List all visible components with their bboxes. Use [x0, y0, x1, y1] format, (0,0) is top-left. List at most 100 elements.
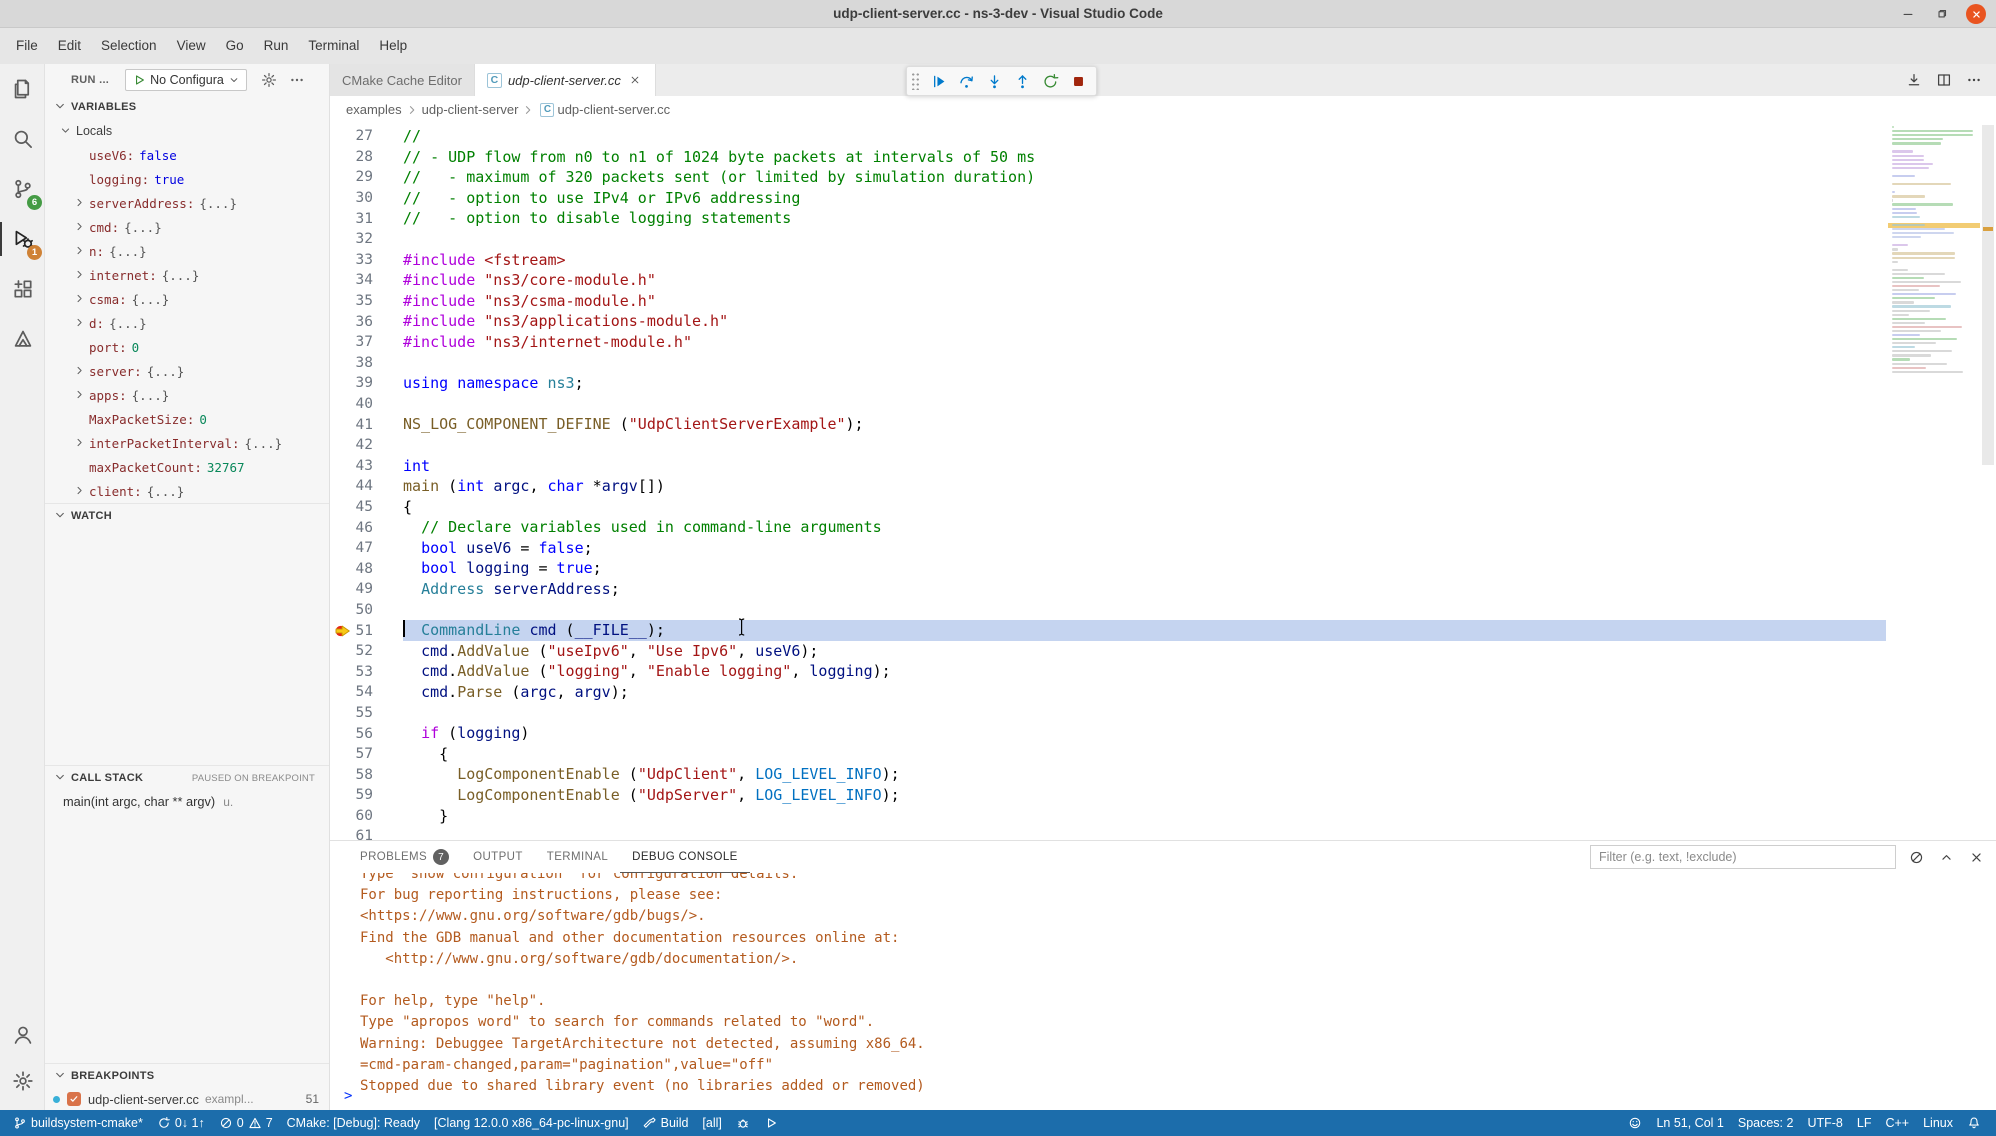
- panel-tab-output[interactable]: OUTPUT: [461, 841, 535, 873]
- status-language[interactable]: C++: [1878, 1110, 1916, 1136]
- panel-tab-terminal[interactable]: TERMINAL: [535, 841, 620, 873]
- code-line[interactable]: 50: [330, 600, 1996, 621]
- tab-cmake-cache-editor[interactable]: CMake Cache Editor: [330, 64, 475, 96]
- code-line[interactable]: 51 CommandLine cmd (__FILE__);: [330, 620, 1996, 641]
- stack-frame[interactable]: main(int argc, char ** argv) u.: [45, 790, 329, 813]
- variable-row[interactable]: serverAddress:{...}: [45, 191, 329, 215]
- maximize-panel-button[interactable]: [1936, 847, 1956, 867]
- gutter[interactable]: 47: [330, 538, 403, 559]
- gutter[interactable]: 48: [330, 558, 403, 579]
- stop-button[interactable]: [1066, 69, 1090, 93]
- gutter[interactable]: 39: [330, 373, 403, 394]
- status-cursor-position[interactable]: Ln 51, Col 1: [1649, 1110, 1730, 1136]
- panel-tab-debug-console[interactable]: DEBUG CONSOLE: [620, 841, 750, 873]
- code-line[interactable]: 47 bool useV6 = false;: [330, 538, 1996, 559]
- activity-search[interactable]: [0, 114, 45, 164]
- step-into-button[interactable]: [982, 69, 1006, 93]
- gutter[interactable]: 33: [330, 250, 403, 271]
- gutter[interactable]: 35: [330, 291, 403, 312]
- code-line[interactable]: 39using namespace ns3;: [330, 373, 1996, 394]
- menu-selection[interactable]: Selection: [91, 33, 167, 59]
- status-cmake-kit[interactable]: [Clang 12.0.0 x86_64-pc-linux-gnu]: [427, 1110, 636, 1136]
- activity-manage[interactable]: [0, 1058, 45, 1104]
- variable-row[interactable]: logging:true: [45, 167, 329, 191]
- status-problems[interactable]: 07: [212, 1110, 280, 1136]
- status-cmake-debug[interactable]: [729, 1110, 757, 1136]
- breadcrumb-item-examples[interactable]: examples: [346, 102, 402, 117]
- code-line[interactable]: 60 }: [330, 806, 1996, 827]
- restore-button[interactable]: [1932, 4, 1952, 24]
- gutter[interactable]: 42: [330, 435, 403, 456]
- variable-row[interactable]: MaxPacketSize:0: [45, 407, 329, 431]
- breakpoints-header[interactable]: BREAKPOINTS: [45, 1064, 329, 1088]
- gutter[interactable]: 34: [330, 270, 403, 291]
- more-actions-icon[interactable]: [289, 72, 305, 88]
- menu-run[interactable]: Run: [254, 33, 299, 59]
- variable-row[interactable]: maxPacketCount:32767: [45, 455, 329, 479]
- gutter[interactable]: 28: [330, 147, 403, 168]
- gutter[interactable]: 49: [330, 579, 403, 600]
- code-line[interactable]: 28// - UDP flow from n0 to n1 of 1024 by…: [330, 147, 1996, 168]
- open-changes-button[interactable]: [1904, 70, 1924, 90]
- gutter[interactable]: 50: [330, 600, 403, 621]
- gutter[interactable]: 43: [330, 456, 403, 477]
- variable-row[interactable]: n:{...}: [45, 239, 329, 263]
- code-line[interactable]: 49 Address serverAddress;: [330, 579, 1996, 600]
- gutter[interactable]: 40: [330, 394, 403, 415]
- menu-file[interactable]: File: [6, 33, 48, 59]
- menu-terminal[interactable]: Terminal: [298, 33, 369, 59]
- gutter[interactable]: 37: [330, 332, 403, 353]
- variable-row[interactable]: d:{...}: [45, 311, 329, 335]
- menu-view[interactable]: View: [167, 33, 216, 59]
- step-over-button[interactable]: [954, 69, 978, 93]
- breadcrumb-item-udp-client-server-cc[interactable]: udp-client-server.cc: [557, 102, 670, 117]
- menu-help[interactable]: Help: [369, 33, 417, 59]
- code-line[interactable]: 31// - option to disable logging stateme…: [330, 208, 1996, 229]
- code-line[interactable]: 29// - maximum of 320 packets sent (or l…: [330, 167, 1996, 188]
- variable-row[interactable]: interPacketInterval:{...}: [45, 431, 329, 455]
- status-cmake-launch[interactable]: [757, 1110, 785, 1136]
- gutter[interactable]: 31: [330, 208, 403, 229]
- code-line[interactable]: 55: [330, 703, 1996, 724]
- status-cmake-status[interactable]: CMake: [Debug]: Ready: [280, 1110, 427, 1136]
- menu-go[interactable]: Go: [216, 33, 254, 59]
- gutter[interactable]: 59: [330, 785, 403, 806]
- gutter[interactable]: 61: [330, 826, 403, 840]
- gutter[interactable]: 55: [330, 703, 403, 724]
- close-panel-button[interactable]: [1966, 847, 1986, 867]
- code-line[interactable]: 27//: [330, 126, 1996, 147]
- variable-row[interactable]: apps:{...}: [45, 383, 329, 407]
- gutter[interactable]: 29: [330, 167, 403, 188]
- tab-udp-client-server-cc[interactable]: Cudp-client-server.cc: [475, 64, 656, 96]
- gutter[interactable]: 27: [330, 126, 403, 147]
- code-line[interactable]: 36#include "ns3/applications-module.h": [330, 311, 1996, 332]
- variable-row[interactable]: internet:{...}: [45, 263, 329, 287]
- activity-source-control[interactable]: 6: [0, 164, 45, 214]
- status-indentation[interactable]: Spaces: 2: [1731, 1110, 1801, 1136]
- gutter[interactable]: 52: [330, 641, 403, 662]
- call-stack-header[interactable]: CALL STACK PAUSED ON BREAKPOINT: [45, 766, 329, 790]
- gutter[interactable]: 57: [330, 744, 403, 765]
- minimap[interactable]: [1888, 123, 1980, 840]
- status-remote-os[interactable]: Linux: [1916, 1110, 1960, 1136]
- variable-row[interactable]: csma:{...}: [45, 287, 329, 311]
- activity-extensions[interactable]: [0, 264, 45, 314]
- code-line[interactable]: 32: [330, 229, 1996, 250]
- step-out-button[interactable]: [1010, 69, 1034, 93]
- console-prompt[interactable]: >: [344, 1086, 352, 1107]
- code-line[interactable]: 34#include "ns3/core-module.h": [330, 270, 1996, 291]
- close-icon[interactable]: [627, 72, 643, 88]
- code-line[interactable]: 48 bool logging = true;: [330, 558, 1996, 579]
- status-feedback[interactable]: [1621, 1110, 1649, 1136]
- activity-explorer[interactable]: [0, 64, 45, 114]
- gutter[interactable]: 32: [330, 229, 403, 250]
- code-line[interactable]: 56 if (logging): [330, 723, 1996, 744]
- clear-console-button[interactable]: [1906, 847, 1926, 867]
- gutter[interactable]: 60: [330, 806, 403, 827]
- code-line[interactable]: 43int: [330, 456, 1996, 477]
- gutter[interactable]: 36: [330, 311, 403, 332]
- status-cmake-build[interactable]: Build: [636, 1110, 696, 1136]
- code-line[interactable]: 40: [330, 394, 1996, 415]
- variable-row[interactable]: cmd:{...}: [45, 215, 329, 239]
- code-line[interactable]: 45{: [330, 497, 1996, 518]
